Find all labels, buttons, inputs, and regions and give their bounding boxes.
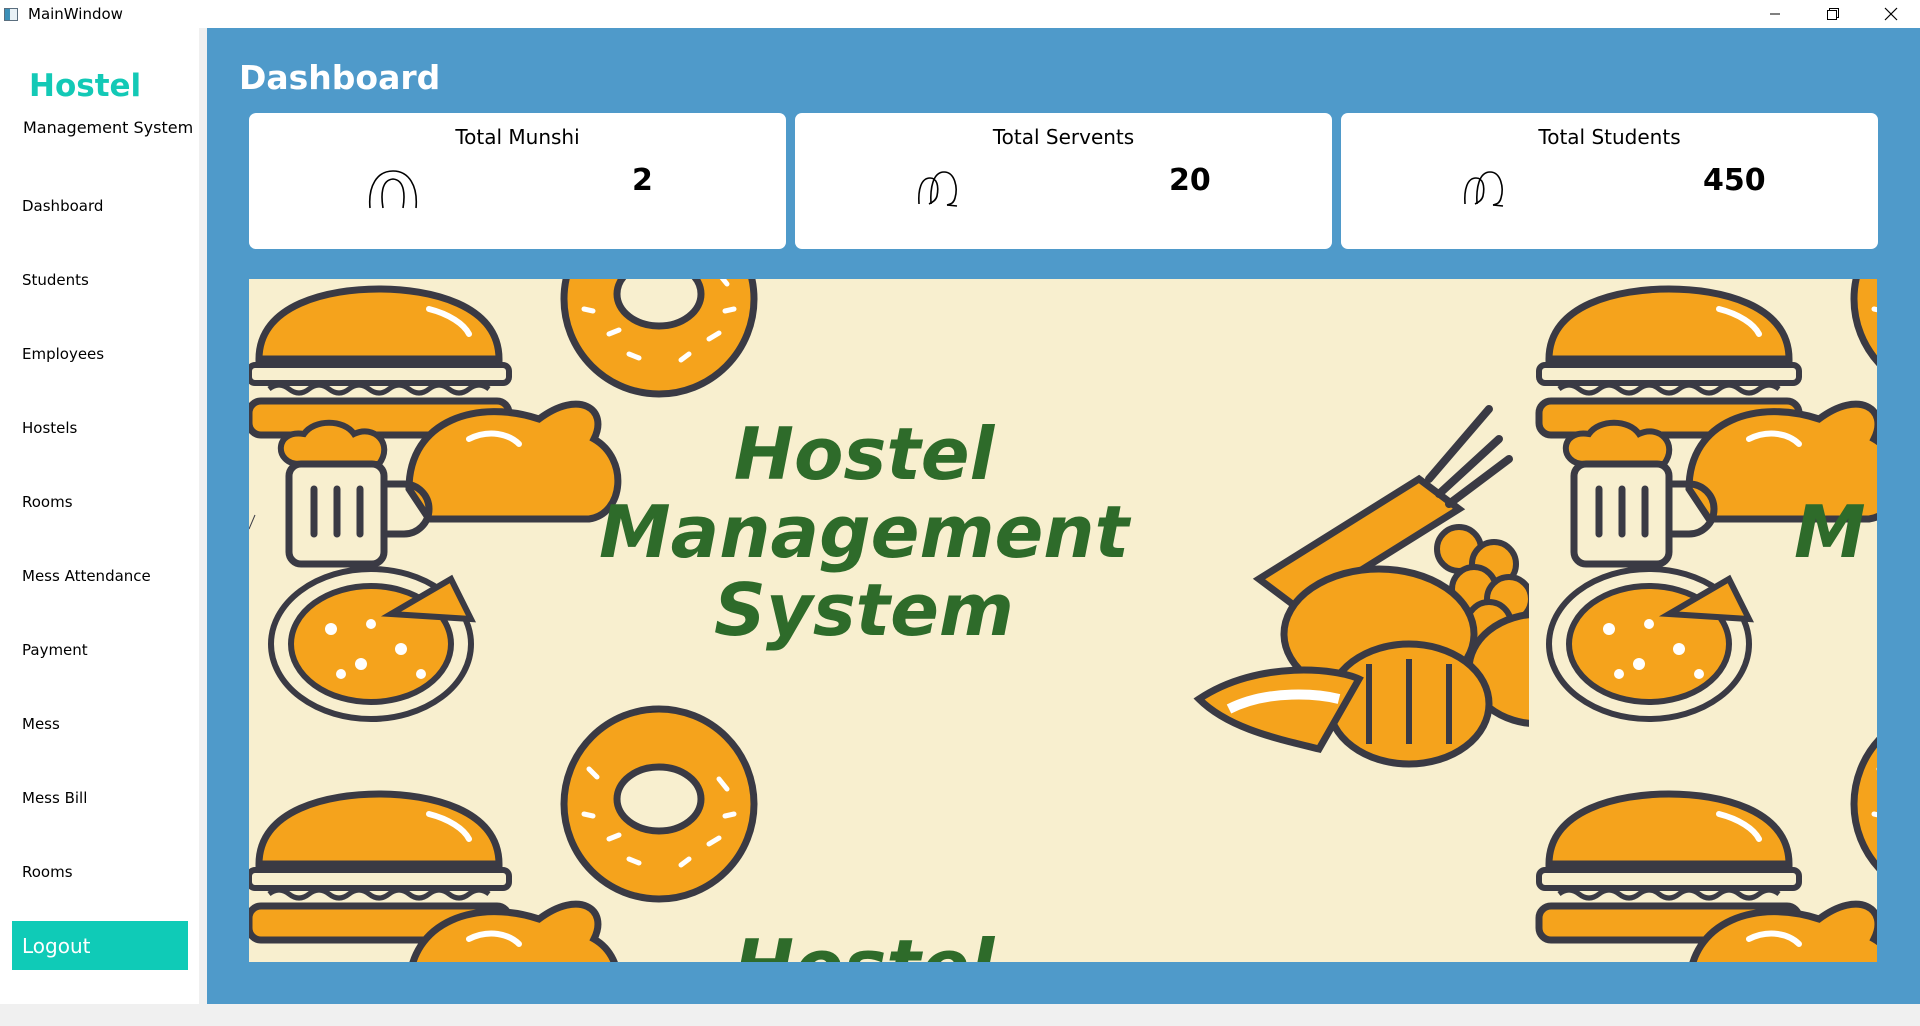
users-icon (1464, 171, 1504, 207)
brand-subtitle: Management System (23, 118, 194, 137)
brand-title: Hostel (29, 68, 142, 104)
close-button[interactable] (1862, 0, 1920, 28)
sidebar-item-mess[interactable]: Mess (0, 702, 199, 746)
banner-illustration: Hostel Management System M Hostel (249, 279, 1877, 962)
restore-icon (1827, 8, 1839, 20)
stat-card-munshi: Total Munshi 2 (249, 113, 786, 249)
banner-image: Hostel Management System M Hostel (249, 279, 1877, 962)
sidebar-item-rooms[interactable]: Rooms (0, 480, 199, 524)
banner-text-line1: Hostel (734, 412, 996, 496)
stat-card-students: Total Students 450 (1341, 113, 1878, 249)
minimize-button[interactable] (1746, 0, 1804, 28)
sidebar-item-students[interactable]: Students (0, 258, 199, 302)
card-title: Total Students (1538, 125, 1681, 149)
window-controls (1746, 0, 1920, 28)
banner-text-line2: Management (599, 490, 1132, 574)
restore-button[interactable] (1804, 0, 1862, 28)
stat-card-servents: Total Servents 20 (795, 113, 1332, 249)
main-content: Dashboard Total Munshi 2 Total Servents … (207, 28, 1920, 1004)
card-value: 20 (1169, 163, 1211, 198)
sidebar-item-dashboard[interactable]: Dashboard (0, 184, 199, 228)
banner-text-partial-bottom: Hostel (734, 924, 996, 962)
banner-text-partial-right: M (1794, 490, 1866, 574)
card-title: Total Munshi (455, 125, 580, 149)
card-title: Total Servents (992, 125, 1135, 149)
window-title: MainWindow (28, 5, 123, 23)
sidebar-item-mess-attendance[interactable]: Mess Attendance (0, 554, 199, 598)
users-icon (918, 171, 958, 207)
sidebar-item-hostels[interactable]: Hostels (0, 406, 199, 450)
window-bottom-strip (0, 1004, 1920, 1026)
card-value: 450 (1703, 163, 1766, 198)
minimize-icon (1770, 13, 1780, 15)
close-icon (1884, 7, 1898, 21)
sidebar-item-rooms-2[interactable]: Rooms (0, 850, 199, 894)
app-icon (4, 7, 18, 21)
sidebar-item-payment[interactable]: Payment (0, 628, 199, 672)
sidebar-item-employees[interactable]: Employees (0, 332, 199, 376)
sidebar-item-mess-bill[interactable]: Mess Bill (0, 776, 199, 820)
sidebar: Hostel Management System Dashboard Stude… (0, 28, 199, 1004)
page-title: Dashboard (239, 58, 441, 97)
banner-text-line3: System (714, 568, 1014, 652)
card-value: 2 (632, 163, 653, 198)
user-icon (368, 170, 418, 209)
logout-button[interactable]: Logout (12, 921, 188, 970)
title-bar: MainWindow (0, 0, 1920, 28)
